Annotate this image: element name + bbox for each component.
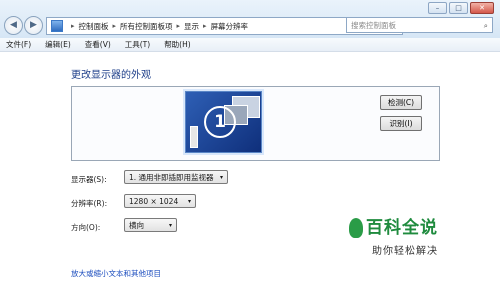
arrow-right-icon: ▶ (30, 20, 37, 30)
search-input[interactable]: 搜索控制面板 ⌕ (346, 17, 493, 33)
page-title: 更改显示器的外观 (71, 70, 151, 81)
breadcrumb-separator: ▸ (71, 22, 75, 30)
menu-edit[interactable]: 编辑(E) (45, 39, 71, 50)
chevron-down-icon: ▾ (219, 174, 223, 181)
menu-bar: 文件(F) 编辑(E) 查看(V) 工具(T) 帮助(H) (0, 38, 500, 52)
menu-file[interactable]: 文件(F) (6, 39, 31, 50)
menu-view[interactable]: 查看(V) (85, 39, 111, 50)
watermark-title: 百科全说 (366, 218, 438, 238)
arrow-left-icon: ◀ (10, 20, 17, 30)
display-label: 显示器(S): (71, 175, 107, 184)
orientation-value: 横向 (129, 221, 144, 230)
monitor-1-thumbnail[interactable]: 1 (185, 91, 262, 153)
detect-button[interactable]: 检测(C) (380, 95, 422, 110)
identify-button[interactable]: 识别(I) (380, 116, 422, 131)
forward-button[interactable]: ▶ (24, 16, 43, 35)
search-placeholder: 搜索控制面板 (351, 21, 396, 30)
resolution-select[interactable]: 1280 × 1024 ▾ (124, 194, 196, 208)
maximize-button[interactable]: □ (449, 2, 468, 14)
orientation-select[interactable]: 横向 ▾ (124, 218, 177, 232)
menu-tools[interactable]: 工具(T) (125, 39, 150, 50)
resolution-value: 1280 × 1024 (129, 197, 179, 206)
minimize-button[interactable]: – (428, 2, 447, 14)
window-controls: – □ ✕ (428, 2, 494, 14)
orientation-label: 方向(O): (71, 223, 101, 232)
breadcrumb-separator: ▸ (176, 22, 181, 30)
menu-help[interactable]: 帮助(H) (164, 39, 191, 50)
breadcrumb-resolution[interactable]: 屏幕分辨率 (211, 21, 249, 32)
watermark-subtitle: 助你轻松解决 (372, 246, 438, 257)
monitor-number: 1 (204, 106, 236, 138)
breadcrumb-all-items[interactable]: 所有控制面板项 (120, 21, 173, 32)
breadcrumb-display[interactable]: 显示 (184, 21, 199, 32)
display-select[interactable]: 1. 通用非即插即用监视器 ▾ (124, 170, 228, 184)
display-preview-panel: 1 检测(C) 识别(I) (71, 86, 440, 161)
display-value: 1. 通用非即插即用监视器 (129, 173, 214, 182)
title-bar: – □ ✕ ◀ ▶ ▸ 控制面板 ▸ 所有控制面板项 ▸ 显示 ▸ 屏幕分辨率 … (0, 0, 500, 39)
resolution-label: 分辨率(R): (71, 199, 108, 208)
breadcrumb-control-panel[interactable]: 控制面板 (79, 21, 109, 32)
watermark-logo-icon (349, 218, 363, 238)
text-size-link[interactable]: 放大或缩小文本和其他项目 (71, 268, 161, 279)
control-panel-icon (51, 20, 63, 32)
breadcrumb-separator: ▸ (203, 22, 207, 30)
search-icon[interactable]: ⌕ (484, 18, 488, 34)
chevron-down-icon: ▾ (168, 222, 172, 229)
back-button[interactable]: ◀ (4, 16, 23, 35)
computer-tower-icon (190, 126, 198, 148)
chevron-down-icon: ▾ (187, 198, 191, 205)
breadcrumb-separator: ▸ (112, 22, 117, 30)
close-button[interactable]: ✕ (470, 2, 494, 14)
